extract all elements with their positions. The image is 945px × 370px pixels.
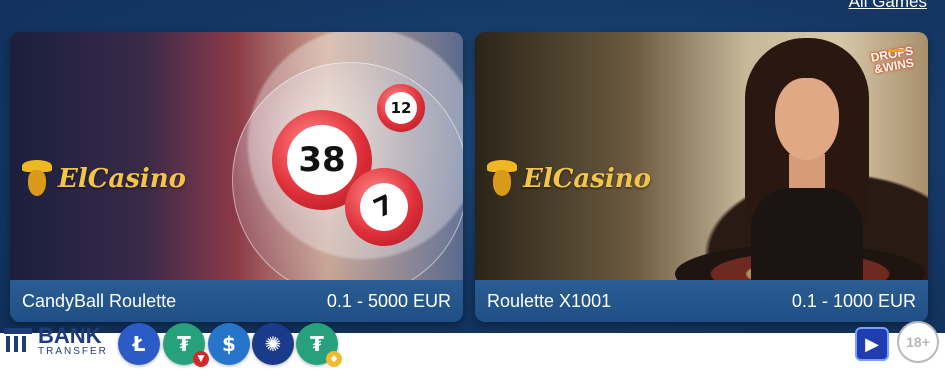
lottery-ball: 7 <box>345 168 423 246</box>
game-thumbnail: 12 38 7 ElCasino <box>10 32 463 298</box>
lottery-ball: 12 <box>377 84 425 132</box>
cardano-icon: ✺ <box>252 323 294 365</box>
provider-name: ElCasino <box>523 164 651 194</box>
provider-name: ElCasino <box>58 164 186 194</box>
live-dealer-image <box>737 38 877 280</box>
crown-icon <box>888 42 906 52</box>
provider-logo: ElCasino <box>485 160 651 198</box>
game-title: CandyBall Roulette <box>22 290 177 311</box>
usdt-bep20-icon: ₮ ◆ <box>296 323 342 367</box>
usdc-icon: $ <box>208 323 250 365</box>
games-section: All Games 12 38 7 ElCasino CandyBall Rou… <box>0 0 945 333</box>
age-restriction-badge: 18+ <box>897 321 939 363</box>
litecoin-icon: Ł <box>118 323 160 365</box>
game-card-footer: Roulette X1001 0.1 - 1000 EUR <box>475 280 928 322</box>
game-card-roulette-x1001[interactable]: ElCasino DROPS &WINS Roulette X1001 0.1 … <box>475 32 928 322</box>
game-limits: 0.1 - 1000 EUR <box>791 290 916 311</box>
usdt-trc20-icon: ₮ ▼ <box>163 323 209 367</box>
cowboy-logo-icon <box>20 160 54 198</box>
payment-methods-bar: BANK TRANSFER Ł ₮ ▼ $ ✺ ₮ ◆ ▶ 18+ <box>0 321 945 370</box>
play-icon[interactable]: ▶ <box>855 327 889 361</box>
game-card-candyball-roulette[interactable]: 12 38 7 ElCasino CandyBall Roulette 0.1 … <box>10 32 463 322</box>
game-title: Roulette X1001 <box>487 290 612 311</box>
all-games-link[interactable]: All Games <box>849 0 927 12</box>
provider-logo: ElCasino <box>20 160 186 198</box>
drops-wins-badge: DROPS &WINS <box>869 43 915 77</box>
game-card-footer: CandyBall Roulette 0.1 - 5000 EUR <box>10 280 463 322</box>
cowboy-logo-icon <box>485 160 519 198</box>
game-limits: 0.1 - 5000 EUR <box>326 290 451 311</box>
game-thumbnail: ElCasino DROPS &WINS <box>475 32 928 304</box>
bank-transfer-logo: BANK TRANSFER <box>0 325 108 357</box>
bank-icon <box>0 328 36 354</box>
